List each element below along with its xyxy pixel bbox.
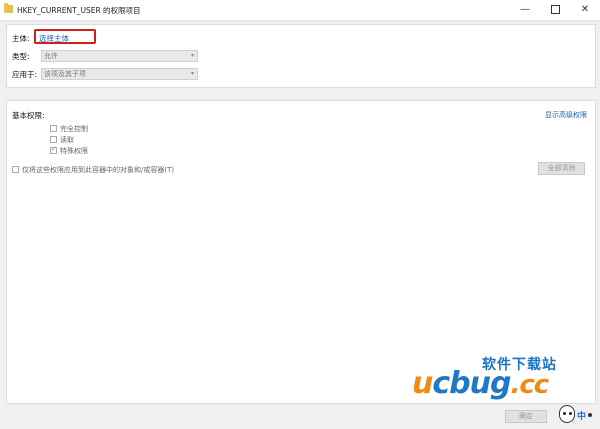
highlight-box (34, 29, 96, 44)
ime-language-label: 中 (577, 412, 587, 422)
chevron-down-icon: ▾ (190, 70, 194, 77)
maximize-button[interactable] (540, 0, 570, 20)
watermark-main: cbug (432, 366, 511, 401)
type-select-value: 允许 (44, 52, 58, 60)
clear-all-button[interactable]: 全部清除 (538, 162, 585, 175)
title-bar: HKEY_CURRENT_USER 的权限项目 — ✕ (0, 0, 600, 21)
close-button[interactable]: ✕ (570, 0, 600, 20)
watermark-suffix: .cc (510, 370, 549, 400)
ime-dot-icon (588, 413, 592, 417)
chevron-down-icon: ▾ (190, 52, 194, 59)
ime-indicator[interactable]: 中 (557, 405, 597, 425)
apply-only-checkbox[interactable] (12, 166, 19, 173)
applies-to-select-value: 该项及其子项 (44, 70, 86, 78)
full-control-checkbox[interactable] (50, 125, 57, 132)
applies-to-label: 应用于: (12, 70, 38, 79)
watermark-brand: ucbug.cc (412, 366, 549, 401)
special-permissions-checkbox[interactable] (50, 145, 57, 154)
type-select[interactable]: 允许 ▾ (41, 50, 198, 62)
ok-button[interactable]: 确定 (505, 410, 547, 423)
applies-to-select[interactable]: 该项及其子项 ▾ (41, 68, 198, 80)
minimize-button[interactable]: — (510, 0, 540, 20)
show-advanced-permissions-link[interactable]: 显示高级权限 (545, 110, 587, 120)
watermark-u: u (412, 366, 433, 401)
window-title: HKEY_CURRENT_USER 的权限项目 (17, 6, 141, 15)
basic-permissions-title: 基本权限: (12, 111, 45, 120)
type-label: 类型: (12, 52, 30, 61)
watermark-logo: 软件下载站 ucbug.cc (412, 352, 600, 402)
apply-only-label: 仅将这些权限应用到此容器中的对象和/或容器(T) (22, 166, 175, 174)
ime-mascot-icon (559, 405, 575, 423)
principal-label: 主体: (12, 34, 30, 43)
maximize-icon (550, 4, 560, 14)
read-label: 读取 (60, 136, 74, 144)
read-checkbox[interactable] (50, 136, 57, 143)
special-permissions-label: 特殊权限 (60, 147, 88, 155)
folder-icon (4, 3, 13, 13)
full-control-label: 完全控制 (60, 125, 88, 133)
